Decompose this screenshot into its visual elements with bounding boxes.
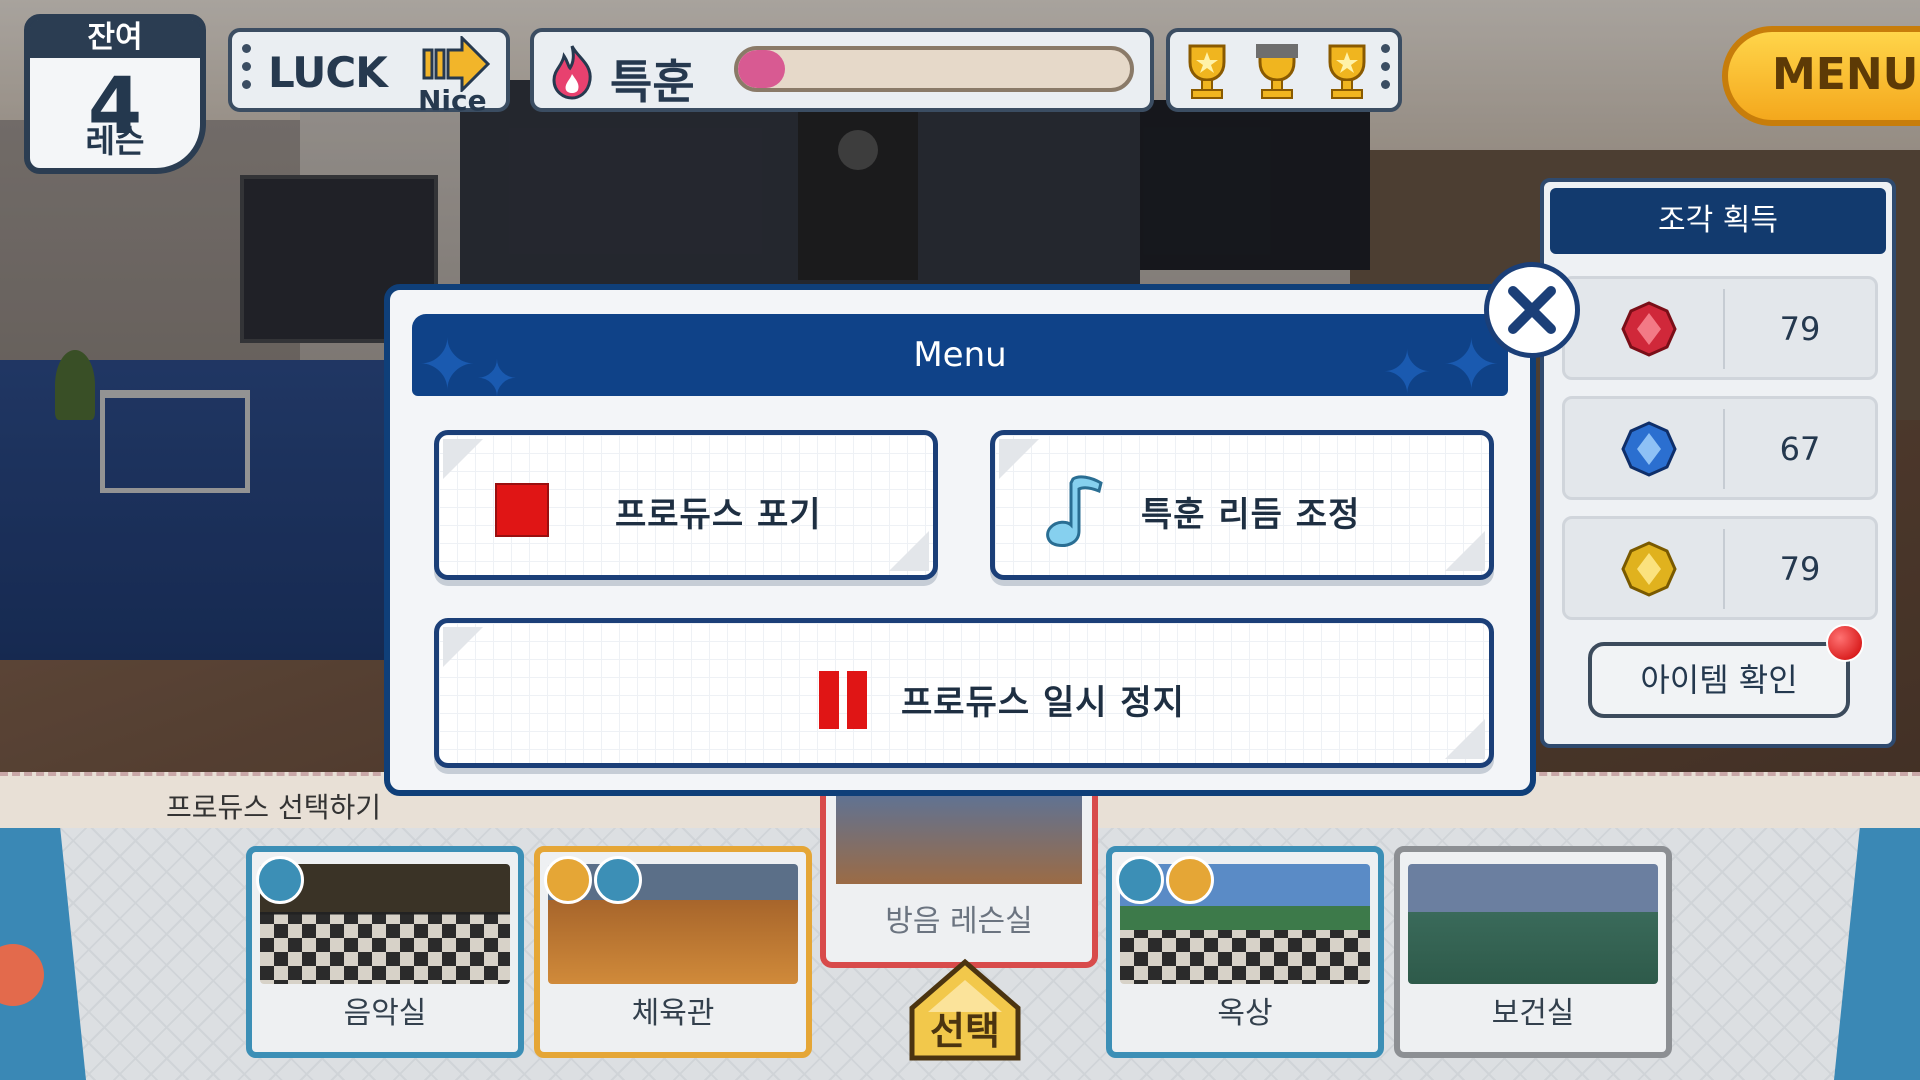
- quit-produce-label: 프로듀스 포기: [615, 495, 822, 535]
- training-panel: 특훈: [530, 28, 1154, 112]
- room-card-gym[interactable]: 체육관: [534, 846, 812, 1058]
- room-name: 옥상: [1217, 996, 1273, 1031]
- menu-button[interactable]: MENU: [1722, 26, 1920, 126]
- close-icon: [1508, 286, 1556, 334]
- training-progress-bar: [734, 46, 1134, 92]
- fragment-count: 67: [1779, 430, 1821, 468]
- panel-dots-icon: [1381, 44, 1390, 98]
- dance-badge-icon: [544, 856, 592, 904]
- training-progress-fill: [738, 50, 786, 88]
- flame-icon: [552, 45, 592, 100]
- fragment-count: 79: [1779, 310, 1821, 348]
- item-check-button[interactable]: 아이템 확인: [1588, 642, 1850, 718]
- room-name: 보건실: [1491, 996, 1575, 1031]
- produce-select-label: 프로듀스 선택하기: [166, 791, 381, 824]
- vocal-badge-icon: [1116, 856, 1164, 904]
- fragment-count: 79: [1779, 550, 1821, 588]
- room-card-music[interactable]: 음악실: [246, 846, 524, 1058]
- pause-icon: [819, 671, 871, 729]
- menu-dialog-header: ✦ ✦ ✦ ✦ Menu: [412, 314, 1508, 396]
- fragment-row: 67: [1562, 396, 1878, 500]
- red-gem-icon: [1621, 301, 1677, 357]
- room-card-rooftop[interactable]: 옥상: [1106, 846, 1384, 1058]
- training-label: 특훈: [610, 55, 695, 109]
- room-card-infirmary[interactable]: 보건실: [1394, 846, 1672, 1058]
- menu-dialog-title: Menu: [913, 335, 1007, 375]
- room-name: 음악실: [343, 996, 427, 1031]
- remaining-unit: 레슨: [85, 122, 145, 160]
- trophy-locked-icon: [1256, 44, 1298, 99]
- pause-produce-label: 프로듀스 일시 정지: [901, 683, 1185, 723]
- rhythm-adjust-button[interactable]: 특훈 리듬 조정: [990, 430, 1494, 580]
- close-button[interactable]: [1484, 262, 1580, 358]
- fragment-panel: 조각 획득 79 67 79 아이템 확인: [1540, 178, 1896, 748]
- room-name: 체육관: [631, 996, 715, 1031]
- stop-icon: [495, 483, 549, 537]
- remaining-label: 잔여: [30, 20, 200, 58]
- menu-dialog: ✦ ✦ ✦ ✦ Menu 프로듀스 포기 특훈 리듬 조정 프로듀스 일시 정지: [384, 284, 1536, 796]
- music-note-icon: [1046, 475, 1103, 547]
- vocal-badge-icon: [256, 856, 304, 904]
- rhythm-adjust-label: 특훈 리듬 조정: [1141, 495, 1361, 535]
- luck-panel: LUCK Nice: [228, 28, 510, 117]
- fragment-row: 79: [1562, 516, 1878, 620]
- yellow-gem-icon: [1621, 541, 1677, 597]
- fragment-panel-title: 조각 획득: [1550, 188, 1886, 254]
- select-button[interactable]: 선택: [906, 958, 1024, 1062]
- room-card-soundproof[interactable]: 방음 레슨실: [820, 788, 1098, 968]
- vocal-badge-icon: [594, 856, 642, 904]
- fragment-row: 79: [1562, 276, 1878, 380]
- luck-value: Nice: [418, 84, 487, 117]
- soundproof-room-image: [836, 788, 1082, 884]
- luck-label: LUCK: [268, 48, 388, 97]
- select-label: 선택: [930, 1009, 1000, 1053]
- blue-gem-icon: [1621, 421, 1677, 477]
- trophy-gold-icon: [1328, 44, 1366, 99]
- room-name: 방음 레슨실: [885, 904, 1033, 939]
- trophy-panel: [1166, 28, 1402, 112]
- notification-dot-icon: [1826, 624, 1864, 662]
- trophy-gold-icon: [1188, 44, 1226, 99]
- pause-produce-button[interactable]: 프로듀스 일시 정지: [434, 618, 1494, 768]
- dance-badge-icon: [1166, 856, 1214, 904]
- panel-dots-icon: [242, 44, 251, 98]
- remaining-lessons-counter: 잔여 4 레슨: [24, 14, 206, 174]
- quit-produce-button[interactable]: 프로듀스 포기: [434, 430, 938, 580]
- infirmary-image: [1408, 864, 1658, 984]
